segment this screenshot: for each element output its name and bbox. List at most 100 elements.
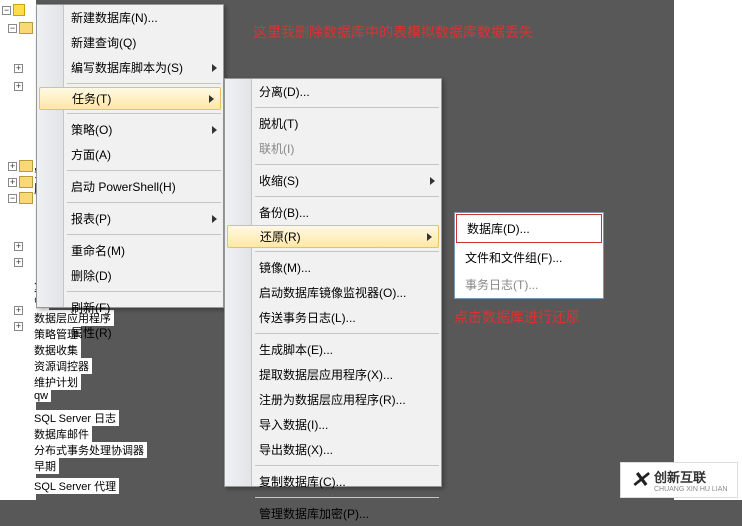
menu-facets[interactable]: 方面(A)	[37, 142, 223, 167]
menu-tasks[interactable]: 任务(T)	[39, 87, 221, 110]
menu-separator	[255, 497, 439, 498]
tree-item[interactable]: 数据库邮件	[34, 426, 92, 442]
menu-label: 属性(R)	[71, 324, 112, 341]
tree-expand-icon[interactable]: +	[14, 242, 23, 251]
watermark-logo: ✕ 创新互联 CHUANG XIN HU LIAN	[620, 462, 738, 498]
folder-icon	[19, 160, 33, 172]
menu-shrink[interactable]: 收缩(S)	[225, 168, 441, 193]
menu-label: 重命名(M)	[71, 242, 125, 259]
tree-item[interactable]: qw	[34, 390, 51, 402]
tree-item[interactable]: SQL Server 代理	[34, 478, 119, 494]
menu-manage-db-encryption[interactable]: 管理数据库加密(P)...	[225, 501, 441, 526]
menu-import-data[interactable]: 导入数据(I)...	[225, 412, 441, 437]
tree-expand-icon[interactable]: +	[8, 162, 17, 171]
menu-label: 编写数据库脚本为(S)	[71, 59, 183, 76]
menu-label: 传送事务日志(L)...	[259, 309, 356, 326]
menu-refresh[interactable]: 刷新(F)	[37, 295, 223, 320]
menu-separator	[67, 83, 221, 84]
tree-expand-icon[interactable]: −	[2, 6, 11, 15]
menu-label: 策略(O)	[71, 121, 112, 138]
menu-label: 方面(A)	[71, 146, 111, 163]
menu-register-data-tier-app[interactable]: 注册为数据层应用程序(R)...	[225, 387, 441, 412]
logo-mark-icon: ✕	[631, 467, 649, 493]
annotation-text-2: 点击数据库进行还原	[454, 307, 580, 327]
tree-item[interactable]: 资源调控器	[34, 358, 92, 374]
tree-expand-icon[interactable]: −	[8, 194, 17, 203]
menu-label: 新建查询(Q)	[71, 34, 136, 51]
tree-expand-icon[interactable]: +	[8, 178, 17, 187]
logo-text: 创新互联	[654, 467, 728, 486]
menu-properties[interactable]: 属性(R)	[37, 320, 223, 345]
menu-separator	[67, 291, 221, 292]
menu-take-offline[interactable]: 脱机(T)	[225, 111, 441, 136]
menu-start-powershell[interactable]: 启动 PowerShell(H)	[37, 174, 223, 199]
menu-delete[interactable]: 删除(D)	[37, 263, 223, 288]
tree-expand-icon[interactable]: +	[14, 322, 23, 331]
menu-label: 导入数据(I)...	[259, 416, 328, 433]
menu-rename[interactable]: 重命名(M)	[37, 238, 223, 263]
folder-icon	[19, 176, 33, 188]
tree-item[interactable]: 维护计划	[34, 374, 81, 390]
menu-backup[interactable]: 备份(B)...	[225, 200, 441, 225]
menu-launch-mirror-monitor[interactable]: 启动数据库镜像监视器(O)...	[225, 280, 441, 305]
menu-separator	[67, 170, 221, 171]
menu-label: 镜像(M)...	[259, 259, 311, 276]
menu-detach[interactable]: 分离(D)...	[225, 79, 441, 104]
menu-separator	[67, 234, 221, 235]
menu-extract-data-tier-app[interactable]: 提取数据层应用程序(X)...	[225, 362, 441, 387]
menu-label: 分离(D)...	[259, 83, 310, 100]
tree-expand-icon[interactable]: +	[14, 82, 23, 91]
menu-label: 报表(P)	[71, 210, 111, 227]
menu-script-database-as[interactable]: 编写数据库脚本为(S)	[37, 55, 223, 80]
menu-restore-database[interactable]: 数据库(D)...	[456, 214, 602, 243]
menu-mirror[interactable]: 镜像(M)...	[225, 255, 441, 280]
menu-separator	[255, 333, 439, 334]
menu-label: 删除(D)	[71, 267, 112, 284]
menu-label: 生成脚本(E)...	[259, 341, 333, 358]
menu-label: 新建数据库(N)...	[71, 9, 158, 26]
menu-restore[interactable]: 还原(R)	[227, 225, 439, 248]
menu-new-database[interactable]: 新建数据库(N)...	[37, 5, 223, 30]
menu-label: 启动 PowerShell(H)	[71, 178, 176, 195]
submenu-arrow-icon	[209, 95, 214, 103]
menu-label: 数据库(D)...	[467, 222, 530, 236]
menu-label: 事务日志(T)...	[465, 278, 538, 292]
menu-reports[interactable]: 报表(P)	[37, 206, 223, 231]
menu-label: 管理数据库加密(P)...	[259, 505, 369, 522]
submenu-arrow-icon	[212, 126, 217, 134]
menu-generate-scripts[interactable]: 生成脚本(E)...	[225, 337, 441, 362]
tree-expand-icon[interactable]: +	[14, 258, 23, 267]
menu-export-data[interactable]: 导出数据(X)...	[225, 437, 441, 462]
menu-separator	[255, 196, 439, 197]
menu-label: 复制数据库(C)...	[259, 473, 346, 490]
submenu-arrow-icon	[430, 177, 435, 185]
menu-label: 刷新(F)	[71, 299, 110, 316]
submenu-arrow-icon	[212, 64, 217, 72]
menu-separator	[67, 113, 221, 114]
db-icon	[13, 4, 25, 16]
menu-label: 收缩(S)	[259, 172, 299, 189]
menu-label: 提取数据层应用程序(X)...	[259, 366, 393, 383]
menu-copy-database[interactable]: 复制数据库(C)...	[225, 469, 441, 494]
menu-new-query[interactable]: 新建查询(Q)	[37, 30, 223, 55]
tree-item[interactable]: 分布式事务处理协调器	[34, 442, 147, 458]
context-menu-tasks: 分离(D)... 脱机(T) 联机(I) 收缩(S) 备份(B)... 还原(R…	[224, 78, 442, 487]
submenu-arrow-icon	[212, 215, 217, 223]
menu-ship-transaction-logs[interactable]: 传送事务日志(L)...	[225, 305, 441, 330]
menu-restore-files-filegroups[interactable]: 文件和文件组(F)...	[455, 244, 603, 271]
tree-expand-icon[interactable]: −	[8, 24, 17, 33]
menu-label: 导出数据(X)...	[259, 441, 333, 458]
tree-item[interactable]: 早期	[34, 458, 59, 474]
object-explorer-tree[interactable]: − − + + + + − + + + +	[0, 0, 36, 500]
menu-policies[interactable]: 策略(O)	[37, 117, 223, 142]
logo-subtext: CHUANG XIN HU LIAN	[654, 486, 728, 493]
menu-label: 启动数据库镜像监视器(O)...	[259, 284, 406, 301]
menu-restore-transaction-log: 事务日志(T)...	[455, 271, 603, 298]
tree-item[interactable]: SQL Server 日志	[34, 410, 119, 426]
context-menu-main: 新建数据库(N)... 新建查询(Q) 编写数据库脚本为(S) 任务(T) 策略…	[36, 4, 224, 308]
context-menu-restore: 数据库(D)... 文件和文件组(F)... 事务日志(T)...	[454, 212, 604, 299]
menu-label: 注册为数据层应用程序(R)...	[259, 391, 406, 408]
menu-label: 文件和文件组(F)...	[465, 251, 562, 265]
tree-expand-icon[interactable]: +	[14, 306, 23, 315]
tree-expand-icon[interactable]: +	[14, 64, 23, 73]
